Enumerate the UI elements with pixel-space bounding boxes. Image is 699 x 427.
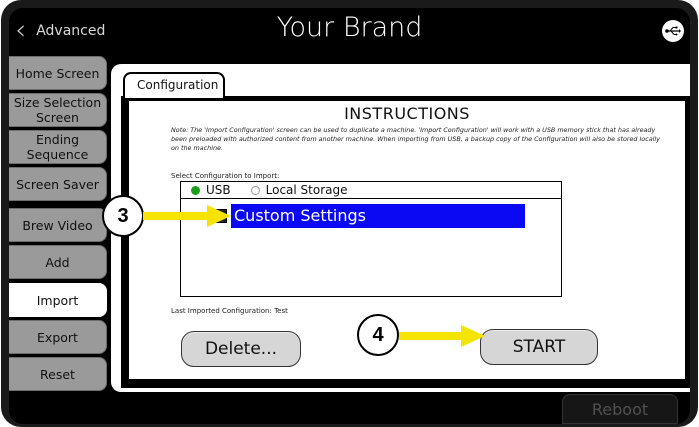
last-imported-label: Last Imported Configuration: Test [171,307,288,315]
sidebar-item-import[interactable]: Import [9,283,107,317]
tab-configuration[interactable]: Configuration [123,72,225,98]
sidebar-item-label: Import [36,292,79,308]
sidebar-item-label: Ending Sequence [26,132,89,162]
config-list: USB Local Storage Custom Settings [180,181,562,297]
start-button[interactable]: START [480,329,598,365]
callout-step-3: 3 [102,195,144,237]
sidebar-item-label: Screen Saver [16,176,99,192]
sidebar-item-label: Export [37,329,78,345]
delete-button[interactable]: Delete... [181,331,301,367]
sidebar-item-label: Reset [40,366,75,382]
sidebar-item-home-screen[interactable]: Home Screen [9,56,107,90]
radio-label: Local Storage [265,183,348,197]
arrow-right-icon [143,205,231,227]
sidebar: Home Screen Size Selection Screen Ending… [9,56,107,391]
sidebar-item-brew-video[interactable]: Brew Video [9,208,107,242]
sidebar-item-size-selection-screen[interactable]: Size Selection Screen [9,93,107,127]
radio-usb[interactable]: USB [191,183,231,197]
list-item[interactable]: Custom Settings [215,204,527,228]
sidebar-item-label: Add [45,254,70,270]
sidebar-item-ending-sequence[interactable]: Ending Sequence [9,130,107,164]
header-bar: ‹ Advanced Your Brand [9,8,690,54]
radio-local-storage[interactable]: Local Storage [250,183,348,197]
select-config-label: Select Configuration to Import: [171,172,280,180]
instructions-heading: INSTRUCTIONS [344,104,470,123]
instructions-note: Note: The 'Import Configuration' screen … [171,126,660,152]
radio-label: USB [206,183,231,197]
callout-step-4: 4 [357,314,399,356]
sidebar-item-reset[interactable]: Reset [9,357,107,391]
sidebar-item-screen-saver[interactable]: Screen Saver [9,167,107,201]
usb-icon [662,20,684,42]
usb-glyph [665,26,681,36]
source-selector: USB Local Storage [181,182,561,199]
sidebar-item-add[interactable]: Add [9,245,107,279]
sidebar-item-label: Size Selection Screen [13,95,102,125]
sidebar-item-label: Brew Video [22,217,93,233]
footer-bar: Reboot [9,394,690,424]
list-item-label: Custom Settings [231,204,525,228]
sidebar-item-label: Home Screen [15,65,100,81]
sidebar-item-export[interactable]: Export [9,320,107,354]
reboot-button[interactable]: Reboot [562,394,678,424]
radio-selected-icon [191,185,200,195]
radio-unselected-icon [250,185,260,195]
page-title: Your Brand [276,12,423,43]
arrow-right-icon [399,325,485,347]
